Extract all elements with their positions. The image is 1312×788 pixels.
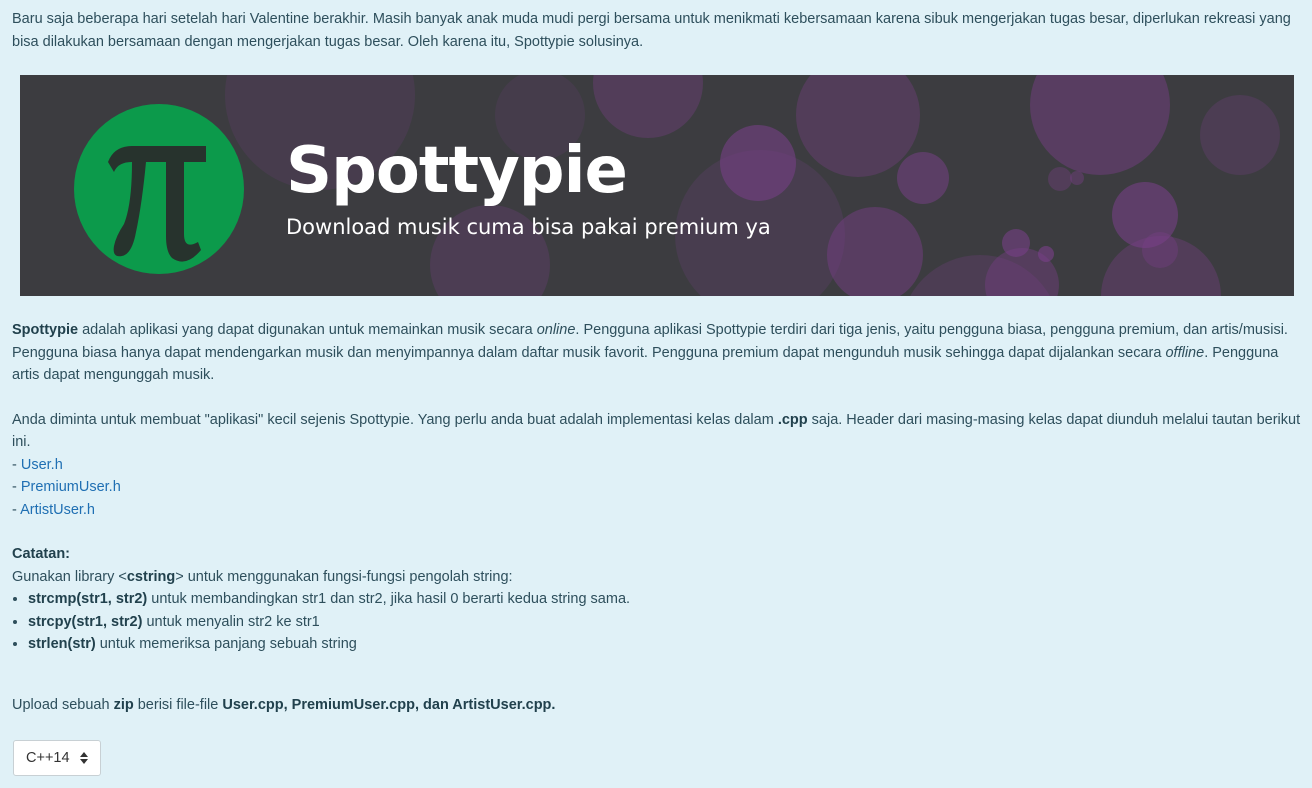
- cpp-extension: .cpp: [777, 411, 808, 428]
- spottypie-banner: Spottypie Download musik cuma bisa pakai…: [20, 75, 1294, 296]
- artistuser-h-link[interactable]: ArtistUser.h: [20, 502, 95, 518]
- language-select[interactable]: C++14: [13, 740, 101, 776]
- app-name: Spottypie: [12, 322, 79, 338]
- banner-title: Spottypie: [286, 134, 628, 208]
- assignment-content: Spottypie adalah aplikasi yang dapat dig…: [12, 319, 1302, 716]
- online-term: online: [536, 322, 576, 338]
- pi-icon: [108, 146, 206, 262]
- list-item: strlen(str) untuk memeriksa panjang sebu…: [28, 633, 1302, 656]
- description-paragraph: Spottypie adalah aplikasi yang dapat dig…: [12, 322, 1288, 383]
- intro-paragraph: Baru saja beberapa hari setelah hari Val…: [12, 11, 1291, 50]
- premiumuser-h-link[interactable]: PremiumUser.h: [21, 479, 121, 495]
- upload-instruction: Upload sebuah zip berisi file-file User.…: [12, 696, 556, 713]
- upload-file-list: User.cpp, PremiumUser.cpp, dan ArtistUse…: [222, 696, 556, 713]
- language-select-value: C++14: [26, 750, 70, 766]
- cstring-lib: cstring: [126, 568, 176, 585]
- task-paragraph: Anda diminta untuk membuat "aplikasi" ke…: [12, 411, 1301, 451]
- note-heading: Catatan:: [12, 546, 71, 562]
- list-item: strcmp(str1, str2) untuk membandingkan s…: [28, 588, 1302, 611]
- sort-arrows-icon: [80, 752, 88, 764]
- banner-subtitle: Download musik cuma bisa pakai premium y…: [286, 215, 771, 239]
- offline-term: offline: [1165, 344, 1205, 361]
- user-h-link[interactable]: User.h: [21, 457, 63, 473]
- header-link-item: - PremiumUser.h: [12, 479, 121, 495]
- header-link-item: - ArtistUser.h: [12, 501, 95, 518]
- pi-logo: [74, 104, 244, 274]
- header-link-item: - User.h: [12, 456, 63, 473]
- list-item: strcpy(str1, str2) untuk menyalin str2 k…: [28, 611, 1302, 634]
- note-intro: Gunakan library <cstring> untuk mengguna…: [12, 568, 513, 585]
- string-function-list: strcmp(str1, str2) untuk membandingkan s…: [12, 588, 1302, 656]
- page: Baru saja beberapa hari setelah hari Val…: [0, 0, 1312, 788]
